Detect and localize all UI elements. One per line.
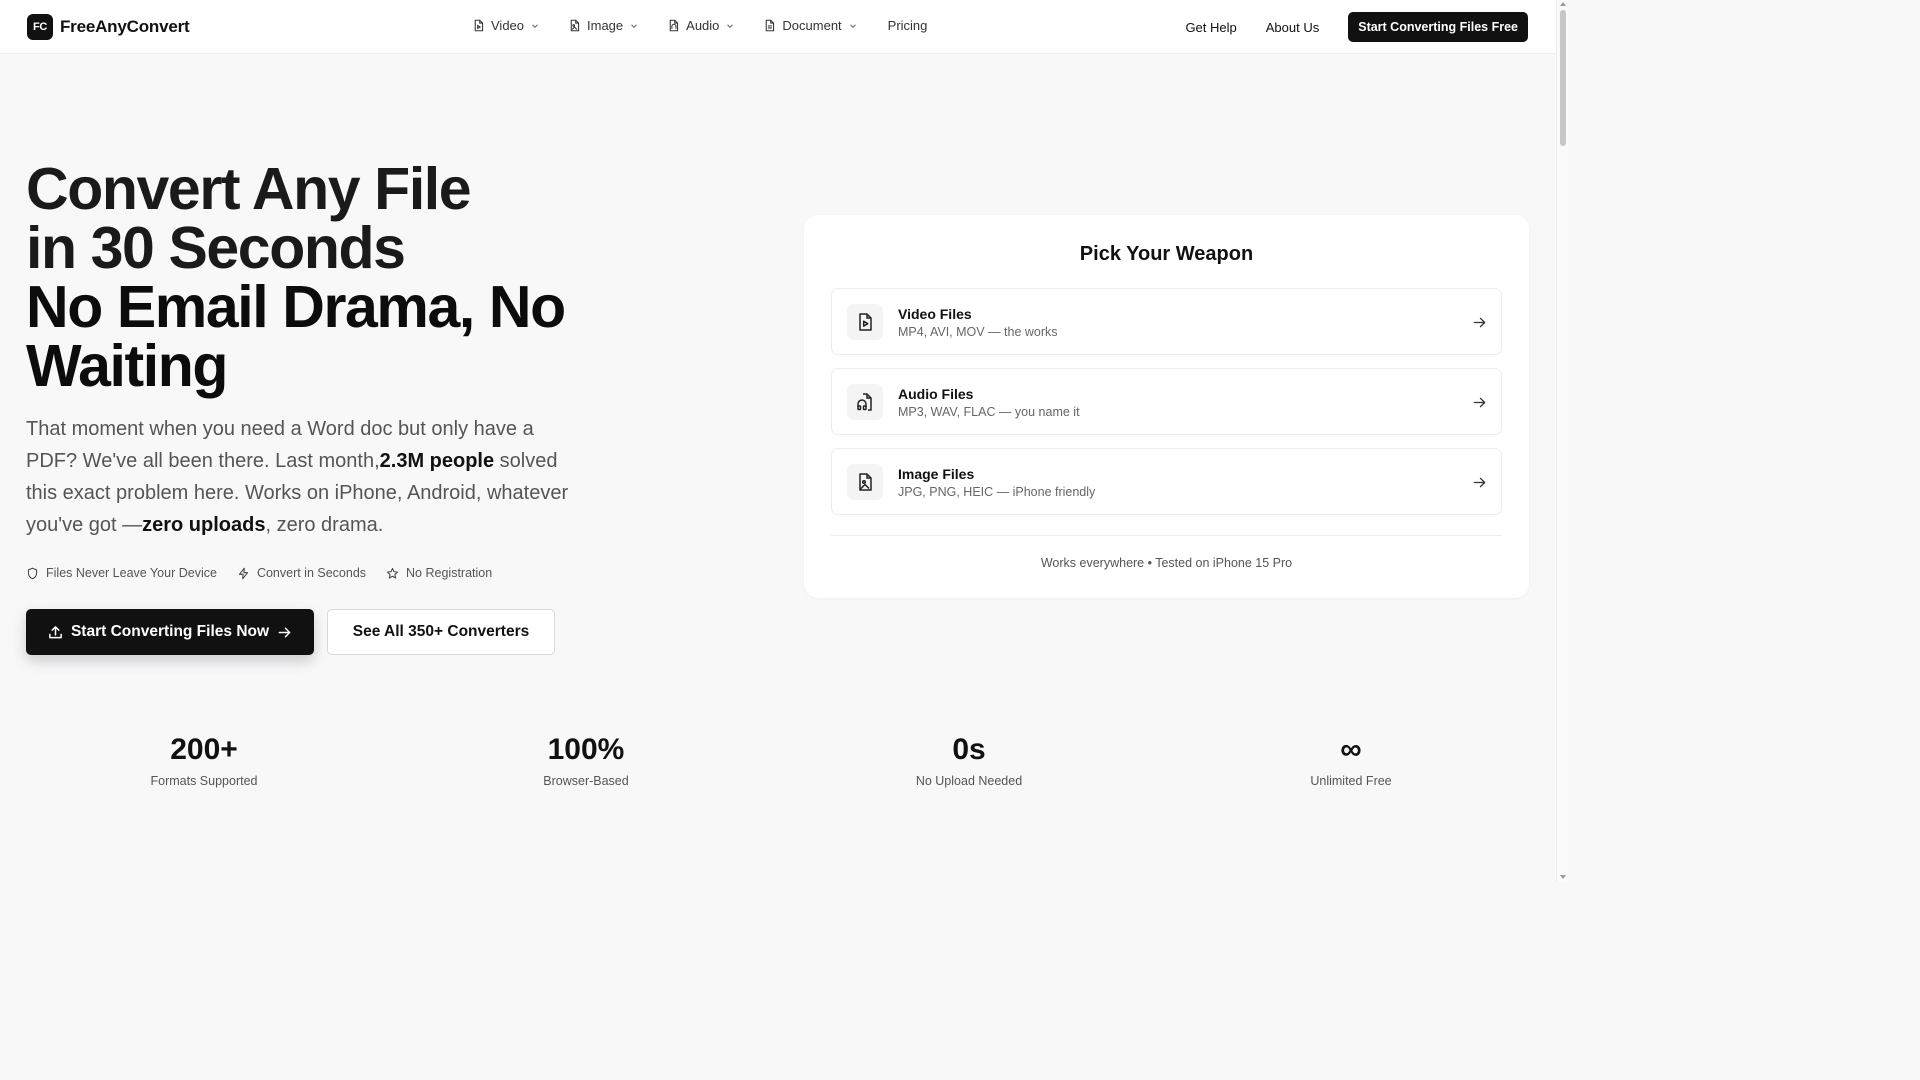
arrow-right-icon xyxy=(1473,477,1486,488)
scroll-up-arrow-icon[interactable] xyxy=(1559,1,1567,7)
about-us-link[interactable]: About Us xyxy=(1266,20,1319,35)
hero-highlight-uploads: zero uploads xyxy=(142,514,266,536)
hero-highlight-people: 2.3M people xyxy=(379,450,495,472)
hero-title: Convert Any File in 30 Seconds No Email … xyxy=(26,160,626,396)
file-image-icon xyxy=(859,473,872,491)
hero-subtitle: That moment when you need a Word doc but… xyxy=(26,413,586,541)
chevron-down-icon xyxy=(532,23,538,28)
hero-title-line: No Email Drama, No xyxy=(26,274,566,340)
stat-label: Unlimited Free xyxy=(1310,774,1392,788)
arrow-right-icon xyxy=(278,627,291,637)
header-cta-button[interactable]: Start Converting Files Free xyxy=(1348,12,1528,42)
chevron-down-icon xyxy=(727,23,734,28)
file-audio-icon xyxy=(669,19,679,32)
stat-unlimited: ∞ Unlimited Free xyxy=(1241,732,1461,788)
nav-image-label: Image xyxy=(587,18,624,33)
option-description: JPG, PNG, HEIC — iPhone friendly xyxy=(898,485,1096,499)
stat-label: No Upload Needed xyxy=(915,774,1023,788)
nav-document[interactable]: Document xyxy=(763,18,857,33)
card-footer-note: Works everywhere • Tested on iPhone 15 P… xyxy=(1040,556,1293,570)
scroll-down-arrow-icon[interactable] xyxy=(1559,874,1567,880)
stat-formats: 200+ Formats Supported xyxy=(94,732,314,788)
hero-title-line: Waiting xyxy=(26,333,228,399)
stat-label: Formats Supported xyxy=(150,774,258,788)
hero-title-line: in 30 Seconds xyxy=(26,215,406,281)
card-divider xyxy=(831,535,1502,536)
option-video-files[interactable]: Video Files MP4, AVI, MOV — the works xyxy=(831,288,1502,355)
file-video-icon xyxy=(859,313,872,331)
main-nav: Video Image Audio Document Pricing xyxy=(472,18,955,33)
scrollbar-thumb[interactable] xyxy=(1560,10,1566,146)
page-scrollbar[interactable] xyxy=(1556,0,1568,882)
hero-subtitle-text: , zero drama. xyxy=(265,514,384,536)
top-navbar: FC FreeAnyConvert Video Image Audio Docu… xyxy=(0,0,1556,54)
option-icon-box xyxy=(847,384,883,420)
arrow-right-icon xyxy=(1473,397,1486,408)
shield-icon xyxy=(27,567,38,579)
star-icon xyxy=(386,567,399,579)
stat-value: 100% xyxy=(547,733,625,766)
nav-video-label: Video xyxy=(491,18,525,33)
hero-title-line: Convert Any File xyxy=(26,156,472,222)
stat-value: 0s xyxy=(952,733,986,766)
file-text-icon xyxy=(766,19,775,32)
feature-item: No Registration xyxy=(386,566,492,580)
option-audio-files[interactable]: Audio Files MP3, WAV, FLAC — you name it xyxy=(831,368,1502,435)
feature-label: Files Never Leave Your Device xyxy=(46,566,217,580)
nav-image[interactable]: Image xyxy=(568,18,639,33)
nav-video[interactable]: Video xyxy=(472,18,540,33)
feature-label: No Registration xyxy=(406,566,493,580)
nav-audio[interactable]: Audio xyxy=(667,18,735,33)
option-name: Audio Files xyxy=(898,386,974,402)
file-audio-icon xyxy=(857,393,872,411)
stat-label: Browser-Based xyxy=(543,774,629,788)
converter-picker-card: Pick Your Weapon Video Files MP4, AVI, M… xyxy=(804,215,1529,598)
option-image-files[interactable]: Image Files JPG, PNG, HEIC — iPhone frie… xyxy=(831,448,1502,515)
file-image-icon xyxy=(570,19,580,32)
feature-label: Convert in Seconds xyxy=(256,566,367,580)
landing-page: FC FreeAnyConvert Video Image Audio Docu… xyxy=(0,0,1568,882)
feature-item: Files Never Leave Your Device xyxy=(26,566,217,580)
stat-no-upload: 0s No Upload Needed xyxy=(859,732,1079,788)
stat-browser-based: 100% Browser-Based xyxy=(476,732,696,788)
arrow-right-icon xyxy=(1473,317,1486,328)
nav-document-label: Document xyxy=(782,18,842,33)
header-actions: Get Help About Us Start Converting Files… xyxy=(1185,12,1528,42)
option-icon-box xyxy=(847,464,883,500)
option-icon-box xyxy=(847,304,883,340)
get-help-link[interactable]: Get Help xyxy=(1185,20,1236,35)
upload-icon xyxy=(49,625,62,638)
nav-pricing[interactable]: Pricing xyxy=(888,18,928,33)
stat-value: 200+ xyxy=(170,733,238,766)
chevron-down-icon xyxy=(631,23,638,28)
option-name: Video Files xyxy=(898,306,972,322)
brand-logo[interactable]: FC FreeAnyConvert xyxy=(27,14,190,40)
stat-value: ∞ xyxy=(1340,733,1362,766)
option-name: Image Files xyxy=(898,466,975,482)
file-video-icon xyxy=(474,19,484,32)
brand-name: FreeAnyConvert xyxy=(60,17,190,36)
card-title: Pick Your Weapon xyxy=(1079,243,1254,265)
feature-list: Files Never Leave Your Device Convert in… xyxy=(26,566,512,580)
option-description: MP4, AVI, MOV — the works xyxy=(898,325,1058,339)
feature-item: Convert in Seconds xyxy=(237,566,366,580)
nav-audio-label: Audio xyxy=(686,18,720,33)
logo-mark: FC xyxy=(27,14,53,40)
start-converting-label: Start Converting Files Now xyxy=(70,623,270,640)
start-converting-button[interactable]: Start Converting Files Now xyxy=(26,609,314,655)
lightning-icon xyxy=(238,567,249,579)
option-description: MP3, WAV, FLAC — you name it xyxy=(898,405,1080,419)
see-all-converters-button[interactable]: See All 350+ Converters xyxy=(327,609,555,655)
chevron-down-icon xyxy=(849,23,856,28)
